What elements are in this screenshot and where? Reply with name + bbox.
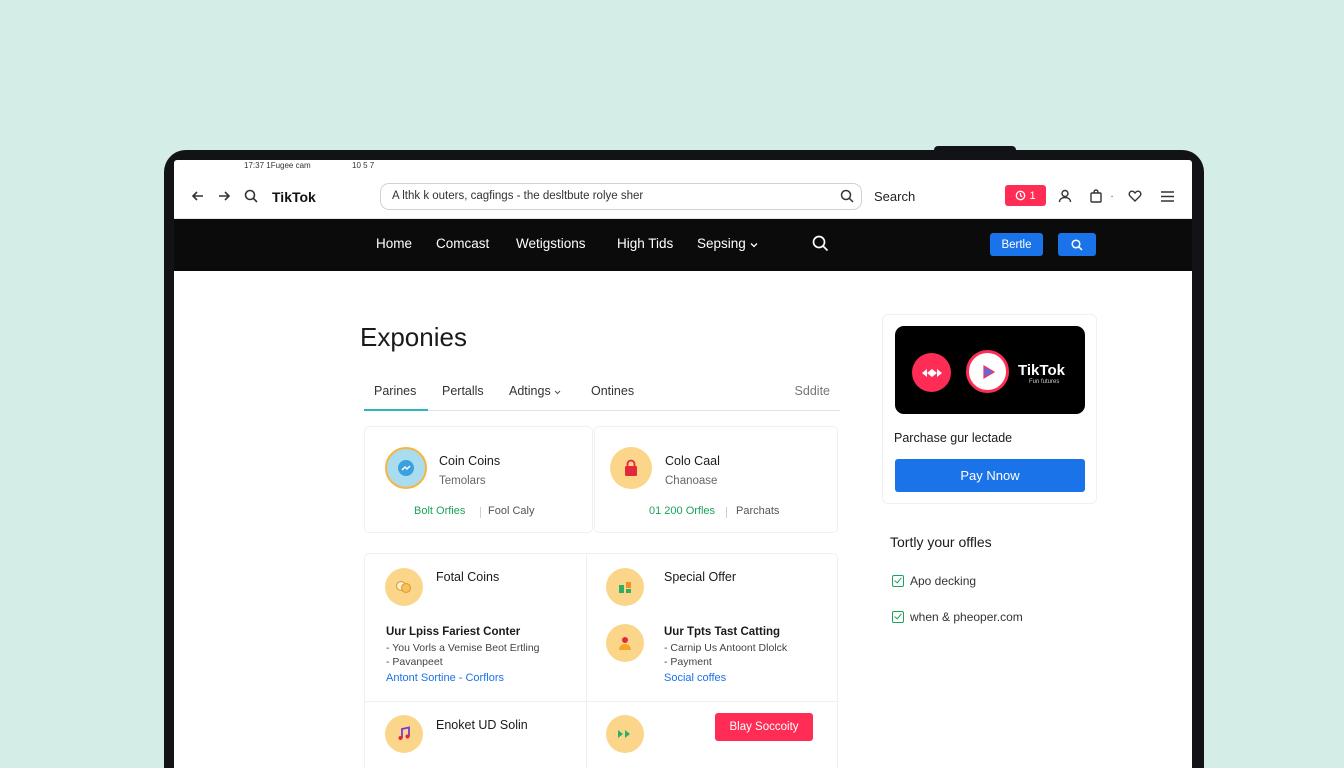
tab-pertalls[interactable]: Pertalls [442, 384, 484, 398]
heart-icon[interactable] [1125, 186, 1145, 206]
brand-logo[interactable]: TikTok [272, 189, 316, 205]
checkbox-icon [892, 611, 904, 623]
chevron-down-icon [750, 243, 758, 248]
status-right: 10 5 7 [352, 161, 375, 170]
tab-sddite[interactable]: Sddite [795, 384, 830, 398]
tab-bar: Parines Pertalls Adtings Ontines Sddite [364, 374, 840, 411]
status-bar: 17:37 1Fugee cam 10 5 7 [174, 160, 1192, 174]
play-icon [606, 715, 644, 753]
user-icon[interactable] [1055, 186, 1075, 206]
left-line-2: - Pavanpeet [386, 656, 443, 668]
card-title: Colo Caal [665, 454, 720, 468]
right-line-1: - Carnip Us Antoont Dlolck [664, 642, 788, 654]
card-title: Coin Coins [439, 454, 501, 468]
notification-badge[interactable]: 1 [1005, 185, 1046, 206]
address-bar[interactable]: A lthk k outers, cagfings - the desltbut… [380, 183, 862, 210]
person-icon [606, 624, 644, 662]
search-icon [1071, 238, 1083, 251]
rewind-icon [912, 353, 951, 392]
music-note-icon [385, 715, 423, 753]
back-arrow-icon[interactable] [188, 186, 208, 206]
tab-adtings[interactable]: Adtings [509, 384, 561, 398]
offer-item-label: Apo decking [910, 574, 977, 588]
nav-item-sepsing-label: Sepsing [697, 236, 746, 251]
nav-item-sepsing[interactable]: Sepsing [697, 236, 758, 251]
play-logo-icon [966, 350, 1009, 393]
nav-item-high-tids[interactable]: High Tids [617, 236, 673, 251]
nav-action-button[interactable]: Bertle [990, 233, 1043, 256]
right-heading: Uur Tpts Tast Catting [664, 626, 781, 638]
forward-arrow-icon[interactable] [214, 186, 234, 206]
search-icon[interactable] [241, 186, 261, 206]
nav-search-button[interactable] [1058, 233, 1096, 256]
pay-now-button[interactable]: Pay Nnow [895, 459, 1085, 492]
offer-item[interactable]: when & pheoper.com [892, 610, 1023, 624]
bag-icon[interactable] [1086, 186, 1106, 206]
right-line-2: - Payment [664, 656, 712, 668]
checkbox-icon [892, 575, 904, 587]
promo-card: TikTok Fun futures Parchase gur lectade … [882, 314, 1097, 504]
dot-separator: · [1110, 190, 1114, 202]
promo-title: TikTok [1018, 362, 1065, 379]
card-separator [480, 507, 481, 518]
status-left: 17:37 1Fugee cam [244, 161, 311, 170]
device-notch [934, 146, 1016, 154]
active-tab-underline [364, 409, 428, 411]
left-link[interactable]: Antont Sortine - Corflors [386, 672, 504, 684]
offer-item-label: when & pheoper.com [910, 610, 1023, 624]
clock-icon [1016, 190, 1026, 201]
page-title: Exponies [360, 322, 467, 352]
chevron-down-icon [554, 390, 561, 395]
promo-subtitle: Fun futures [1029, 379, 1060, 385]
card-link-secondary[interactable]: Fool Caly [488, 505, 534, 517]
item-title[interactable]: Fotal Coins [436, 570, 499, 584]
card-link-secondary[interactable]: Parchats [736, 505, 779, 517]
grid-divider [586, 554, 587, 768]
menu-icon[interactable] [1157, 186, 1177, 206]
bottom-action-button[interactable]: Blay Soccoity [715, 713, 813, 741]
nav-item-comcast[interactable]: Comcast [436, 236, 489, 251]
main-nav: Home Comcast Wetigstions High Tids Sepsi… [174, 219, 1192, 271]
card-subtitle: Temolars [439, 475, 486, 487]
notification-count: 1 [1029, 189, 1036, 202]
card-separator [726, 507, 727, 518]
card-coin-coins[interactable]: Coin Coins Temolars Bolt Orfies Fool Cal… [364, 426, 593, 533]
lock-icon [610, 447, 652, 489]
tab-adtings-label: Adtings [509, 384, 551, 398]
grid-divider [365, 701, 839, 702]
tab-parines[interactable]: Parines [374, 384, 416, 398]
coins-icon [385, 568, 423, 606]
item-title[interactable]: Enoket UD Solin [436, 718, 528, 732]
card-subtitle: Chanoase [665, 475, 718, 487]
left-heading: Uur Lpiss Fariest Conter [386, 626, 521, 638]
left-line-1: - You Vorls a Vemise Beot Ertling [386, 642, 540, 654]
browser-toolbar: TikTok A lthk k outers, cagfings - the d… [174, 174, 1192, 219]
item-title[interactable]: Special Offer [664, 570, 736, 584]
purchase-text: Parchase gur lectade [894, 431, 1013, 445]
promo-banner[interactable]: TikTok Fun futures [895, 326, 1085, 414]
offers-title: Tortly your offles [890, 534, 992, 550]
tab-ontines[interactable]: Ontines [591, 384, 634, 398]
card-link-primary[interactable]: 01 200 Orfles [649, 505, 715, 517]
search-link[interactable]: Search [874, 189, 915, 204]
card-link-primary[interactable]: Bolt Orfies [414, 505, 465, 517]
right-link[interactable]: Social coffes [664, 672, 726, 684]
coin-icon [385, 447, 427, 489]
address-search-icon[interactable] [840, 189, 854, 208]
address-text: A lthk k outers, cagfings - the desltbut… [392, 190, 644, 202]
screen: 17:37 1Fugee cam 10 5 7 TikTok A lthk k … [174, 160, 1192, 768]
nav-item-wetigstions[interactable]: Wetigstions [516, 236, 586, 251]
nav-search-icon[interactable] [812, 235, 829, 257]
gift-icon [606, 568, 644, 606]
nav-item-home[interactable]: Home [376, 236, 412, 251]
card-colo-caal[interactable]: Colo Caal Chanoase 01 200 Orfles Parchat… [594, 426, 838, 533]
offer-item[interactable]: Apo decking [892, 574, 976, 588]
